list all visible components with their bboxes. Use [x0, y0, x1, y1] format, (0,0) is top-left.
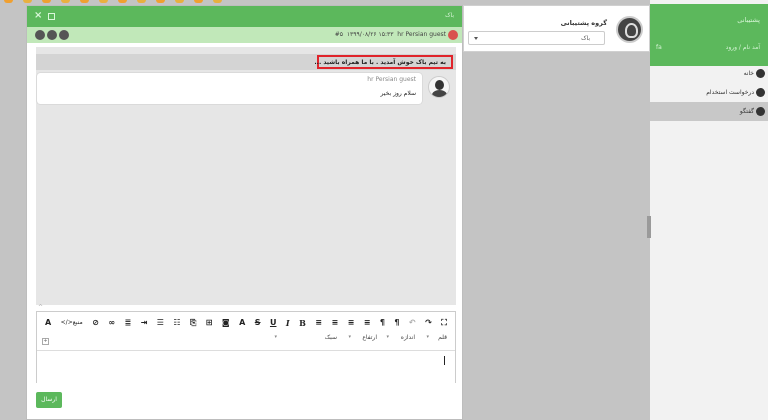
support-group-value: باک	[581, 35, 590, 42]
fullscreen-icon[interactable]: ⛶	[441, 318, 447, 328]
sidebar-item-home[interactable]: خانه	[650, 64, 768, 83]
support-group-panel: گروه پشتیبانی باک	[463, 5, 650, 52]
chevron-down-icon: ▾	[386, 334, 389, 340]
bold-icon[interactable]: B	[299, 318, 306, 328]
welcome-message: به تیم باک خوش آمدید . با ما همراه باشید…	[314, 55, 453, 69]
sidebar-item-label: درخواست استخدام	[706, 89, 754, 96]
chevron-down-icon: ▾	[348, 334, 351, 340]
text-color-icon[interactable]: A	[239, 318, 245, 328]
size-select[interactable]: اندازه	[401, 334, 415, 341]
home-icon	[756, 69, 765, 78]
chat-title: باک	[445, 12, 454, 19]
align-center-icon[interactable]: ≡	[331, 318, 338, 328]
message-editor: A </>منبع ⊘ ∞ ≣ ⇥ ☰ ☷ ⎘ ⊞ ◙ A S U I B ≡ …	[36, 311, 456, 383]
top-tab[interactable]	[137, 0, 146, 3]
sidebar-item-label: گفتگو	[739, 108, 754, 115]
source-button[interactable]: </>منبع	[61, 318, 83, 328]
chevron-down-icon	[474, 37, 478, 40]
italic-icon[interactable]: I	[286, 318, 290, 328]
top-tab[interactable]	[213, 0, 222, 3]
sidebar-resize-handle[interactable]	[647, 216, 651, 238]
expand-icon[interactable]: +	[42, 338, 49, 345]
avatar-head	[435, 80, 444, 90]
message-input[interactable]	[37, 350, 455, 383]
close-icon[interactable]: ×	[34, 10, 42, 21]
welcome-bar: به تیم باک خوش آمدید . با ما همراه باشید…	[36, 54, 456, 70]
user-avatar-icon	[448, 30, 458, 40]
height-select[interactable]: ارتفاع	[362, 334, 377, 341]
collapse-caret-icon[interactable]: ^	[38, 304, 43, 311]
chat-meta: #۵ ۱۳۹۹/۰۸/۲۶ ۱۵:۳۳ hr Persian guest	[335, 31, 446, 38]
font-color-icon[interactable]: A	[45, 318, 51, 328]
top-tab[interactable]	[80, 0, 89, 3]
strikethrough-icon[interactable]: S	[255, 318, 261, 328]
chevron-down-icon: ▾	[426, 334, 429, 340]
sidebar-item-chat[interactable]: گفتگو	[650, 102, 768, 121]
chat-user: hr Persian guest	[397, 31, 446, 38]
rtl-icon[interactable]: ¶	[380, 318, 385, 328]
send-button[interactable]: ارسال	[36, 392, 62, 408]
sidebar-subtitle[interactable]: آمد نام / ورود	[726, 44, 760, 51]
support-group-select[interactable]: باک	[468, 31, 605, 45]
top-tab[interactable]	[194, 0, 203, 3]
sidebar-header: پشتیبانی آمد نام / ورود fa	[650, 4, 768, 66]
maximize-icon[interactable]	[48, 13, 55, 20]
unlink-icon[interactable]: ⊘	[92, 318, 99, 328]
top-tab[interactable]	[23, 0, 32, 3]
top-tab[interactable]	[118, 0, 127, 3]
paste-icon[interactable]: ⎘	[190, 318, 196, 328]
message-text: سلام روز بخیر	[380, 90, 417, 97]
message-sender: hr Persian guest	[367, 76, 416, 83]
align-left-icon[interactable]: ≡	[348, 318, 355, 328]
refresh-icon[interactable]	[59, 30, 69, 40]
undo-icon[interactable]: ↶	[409, 318, 416, 328]
sidebar-item-employment[interactable]: درخواست استخدام	[650, 83, 768, 102]
top-tab[interactable]	[99, 0, 108, 3]
numbered-list-icon[interactable]: ☷	[173, 318, 180, 328]
top-tab[interactable]	[61, 0, 70, 3]
editor-format-row: قلم ▾ اندازه ▾ ارتفاع ▾ سبک ▾	[45, 334, 447, 344]
table-icon[interactable]: ⊞	[206, 318, 213, 328]
style-select[interactable]: سبک	[325, 334, 337, 341]
font-select[interactable]: قلم	[438, 334, 447, 341]
top-tab[interactable]	[156, 0, 165, 3]
top-tab[interactable]	[4, 0, 13, 3]
chat-icon	[756, 107, 765, 116]
language-badge[interactable]: fa	[656, 44, 662, 51]
align-justify-icon[interactable]: ≣	[124, 318, 131, 328]
top-tab[interactable]	[175, 0, 184, 3]
source-label: منبع	[72, 319, 83, 326]
sidebar-title: پشتیبانی	[737, 16, 760, 24]
indent-icon[interactable]: ⇥	[141, 318, 148, 328]
user-icon	[756, 88, 765, 97]
chat-window: × باک #۵ ۱۳۹۹/۰۸/۲۶ ۱۵:۳۳ hr Persian gue…	[26, 5, 463, 420]
ltr-icon[interactable]: ¶	[394, 318, 399, 328]
top-tab[interactable]	[42, 0, 51, 3]
sender-avatar	[428, 76, 450, 98]
chat-info-bar: #۵ ۱۳۹۹/۰۸/۲۶ ۱۵:۳۳ hr Persian guest	[27, 27, 462, 43]
support-group-title: گروه پشتیبانی	[560, 19, 607, 27]
align-full-icon[interactable]: ≡	[364, 318, 371, 328]
align-right-icon[interactable]: ≡	[315, 318, 322, 328]
bg-color-icon[interactable]: ◙	[222, 318, 230, 328]
message-bubble: hr Persian guest سلام روز بخیر	[37, 73, 422, 104]
redo-icon[interactable]: ↷	[425, 318, 432, 328]
sidebar: پشتیبانی آمد نام / ورود fa خانه درخواست …	[650, 0, 768, 420]
avatar-body	[432, 90, 447, 97]
support-avatar-icon	[616, 16, 643, 43]
chat-datetime: ۱۳۹۹/۰۸/۲۶ ۱۵:۳۳	[346, 31, 394, 38]
top-tab-strip	[0, 0, 240, 4]
sidebar-item-label: خانه	[743, 70, 754, 77]
close-chat-icon[interactable]	[35, 30, 45, 40]
editor-toolbar: A </>منبع ⊘ ∞ ≣ ⇥ ☰ ☷ ⎘ ⊞ ◙ A S U I B ≡ …	[37, 312, 455, 341]
underline-icon[interactable]: U	[270, 318, 277, 328]
bulleted-list-icon[interactable]: ☰	[157, 318, 164, 328]
check-icon[interactable]	[47, 30, 57, 40]
message-area[interactable]: به تیم باک خوش آمدید . با ما همراه باشید…	[36, 47, 456, 305]
chevron-down-icon: ▾	[274, 334, 277, 340]
link-icon[interactable]: ∞	[108, 318, 115, 328]
chat-titlebar: × باک	[27, 6, 462, 27]
text-cursor	[444, 356, 445, 365]
ticket-number: #۵	[334, 31, 343, 38]
